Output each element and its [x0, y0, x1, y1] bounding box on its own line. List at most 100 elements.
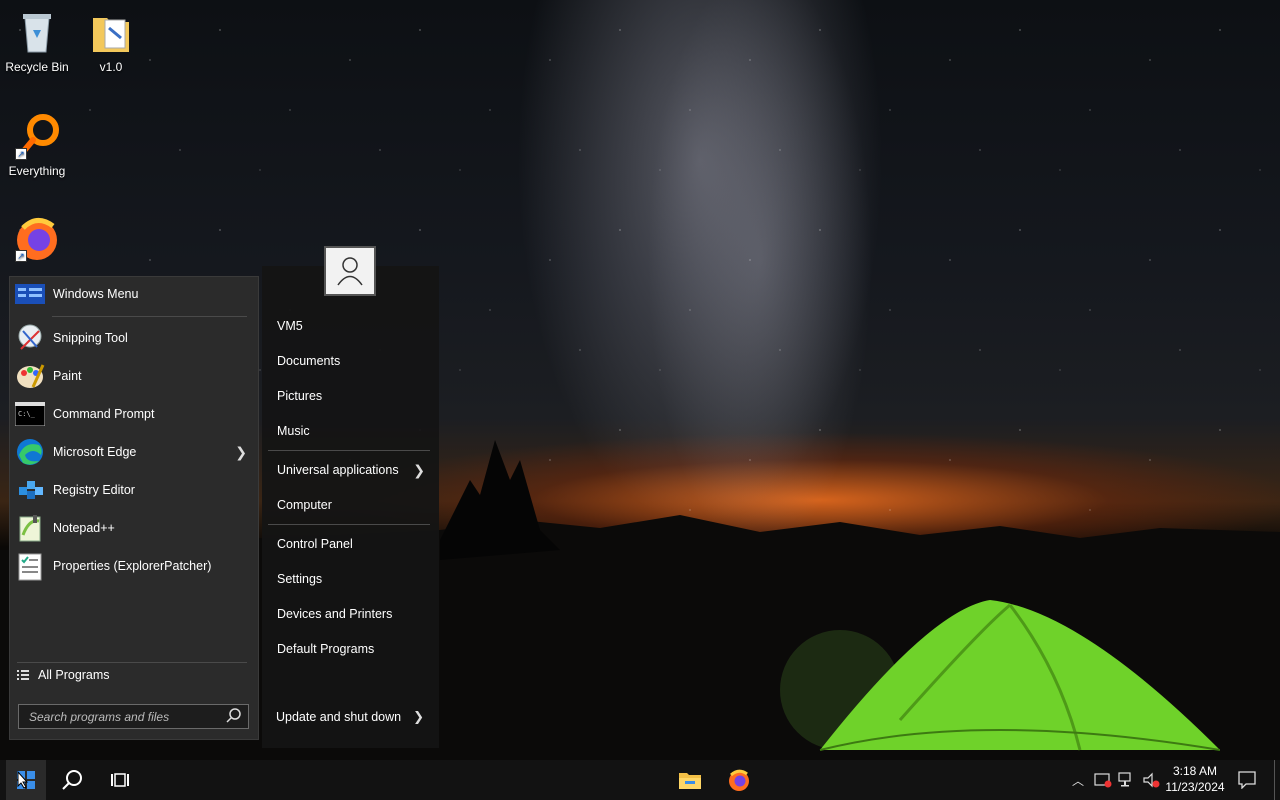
shortcut-arrow-icon: ↗ — [15, 148, 27, 160]
place-label: Computer — [277, 498, 332, 512]
show-desktop-button[interactable] — [1274, 760, 1280, 800]
divider — [17, 662, 247, 663]
place-label: Universal applications — [277, 463, 399, 477]
all-programs-label: All Programs — [38, 668, 110, 682]
place-settings[interactable]: Settings — [277, 566, 433, 592]
chevron-right-icon[interactable]: ❯ — [413, 709, 424, 725]
place-user-folder[interactable]: VM5 — [277, 313, 433, 339]
tent-illustration — [780, 600, 1220, 751]
task-view-icon — [111, 773, 129, 787]
tray-network[interactable] — [1116, 760, 1138, 800]
desktop-icon-label: Everything — [8, 164, 66, 178]
tray-volume[interactable] — [1140, 760, 1162, 800]
place-label: Pictures — [277, 389, 323, 403]
divider — [268, 450, 430, 451]
place-computer[interactable]: Computer — [277, 492, 433, 518]
place-documents[interactable]: Documents — [277, 348, 433, 374]
place-devices-and-printers[interactable]: Devices and Printers — [277, 601, 433, 627]
shortcut-arrow-icon: ↗ — [15, 250, 27, 262]
everything-search-icon: ↗ — [13, 112, 61, 160]
file-explorer-icon — [679, 773, 701, 789]
edge-icon — [15, 437, 45, 467]
start-item-label: Microsoft Edge — [53, 445, 137, 459]
taskbar-file-explorer[interactable] — [670, 760, 710, 800]
volume-muted-icon — [1143, 772, 1160, 788]
place-label: Control Panel — [277, 537, 353, 551]
start-item-label: Windows Menu — [53, 287, 139, 301]
security-icon — [1094, 773, 1112, 788]
firefox-icon — [729, 769, 749, 791]
properties-icon — [15, 551, 45, 581]
notepad-plus-plus-icon — [15, 513, 45, 543]
start-item-windows-menu[interactable]: Windows Menu — [15, 277, 255, 311]
notifications-icon — [1238, 771, 1256, 789]
tray-security[interactable] — [1092, 760, 1114, 800]
taskbar: ︿ 3:18 AM 11/23/2024 — [0, 760, 1280, 800]
start-item-microsoft-edge[interactable]: Microsoft Edge ❯ — [15, 435, 255, 469]
command-prompt-icon: C:\_ — [15, 399, 45, 429]
shutdown-label: Update and shut down — [276, 710, 402, 724]
search-placeholder: Search programs and files — [29, 709, 170, 724]
windows-menu-icon — [15, 279, 45, 309]
place-label: Default Programs — [277, 642, 375, 656]
recycle-bin-icon — [13, 8, 61, 56]
place-pictures[interactable]: Pictures — [277, 383, 433, 409]
chevron-right-icon[interactable]: ❯ — [235, 444, 247, 461]
place-label: Devices and Printers — [277, 607, 393, 621]
start-item-label: Command Prompt — [53, 407, 155, 421]
taskbar-clock[interactable]: 3:18 AM 11/23/2024 — [1160, 763, 1230, 795]
network-icon — [1118, 772, 1131, 787]
place-label: Settings — [277, 572, 323, 586]
shutdown-button[interactable]: Update and shut down ❯ — [276, 704, 426, 730]
start-item-label: Properties (ExplorerPatcher) — [53, 559, 212, 573]
search-button[interactable] — [52, 760, 92, 800]
search-icon — [62, 770, 82, 790]
start-search-input[interactable]: Search programs and files — [18, 704, 249, 729]
place-label: Documents — [277, 354, 341, 368]
task-view-button[interactable] — [100, 760, 140, 800]
divider — [268, 524, 430, 525]
all-programs-button[interactable]: All Programs — [17, 668, 110, 682]
place-label: VM5 — [277, 319, 303, 333]
chevron-up-icon: ︿ — [1071, 773, 1084, 788]
user-avatar[interactable] — [324, 246, 376, 296]
start-item-snipping-tool[interactable]: Snipping Tool — [15, 321, 255, 355]
chevron-right-icon: ❯ — [413, 461, 425, 478]
show-hidden-icons-button[interactable]: ︿ — [1068, 760, 1088, 800]
start-item-command-prompt[interactable]: C:\_ Command Prompt — [15, 397, 255, 431]
start-item-label: Notepad++ — [53, 521, 115, 535]
divider — [52, 316, 247, 317]
place-default-programs[interactable]: Default Programs — [277, 636, 433, 662]
clock-date: 11/23/2024 — [1165, 780, 1225, 794]
registry-editor-icon — [15, 475, 45, 505]
place-control-panel[interactable]: Control Panel — [277, 531, 433, 557]
place-universal-applications[interactable]: Universal applications ❯ — [277, 457, 433, 483]
list-icon — [17, 669, 29, 681]
svg-text:C:\_: C:\_ — [18, 410, 36, 418]
place-label: Music — [277, 424, 310, 438]
start-item-paint[interactable]: Paint — [15, 359, 255, 393]
start-item-properties-explorerpatcher[interactable]: Properties (ExplorerPatcher) — [15, 549, 255, 583]
place-music[interactable]: Music — [277, 418, 433, 444]
paint-icon — [15, 361, 45, 391]
desktop-icon-v1-folder[interactable]: v1.0 — [74, 8, 148, 74]
start-item-registry-editor[interactable]: Registry Editor — [15, 473, 255, 507]
start-item-label: Snipping Tool — [53, 331, 128, 345]
desktop-icon-label: v1.0 — [99, 60, 123, 74]
start-item-notepad-plus-plus[interactable]: Notepad++ — [15, 511, 255, 545]
desktop-icon-firefox[interactable]: ↗ — [0, 214, 74, 266]
search-icon[interactable] — [226, 707, 242, 726]
desktop-icon-recycle-bin[interactable]: Recycle Bin — [0, 8, 74, 74]
mouse-cursor-icon — [17, 771, 29, 789]
taskbar-firefox[interactable] — [719, 760, 759, 800]
firefox-icon: ↗ — [13, 214, 61, 262]
desktop-icon-everything[interactable]: ↗ Everything — [0, 112, 74, 178]
clock-time: 3:18 AM — [1172, 764, 1218, 778]
user-icon — [337, 257, 363, 286]
desktop-icon-label: Recycle Bin — [5, 60, 69, 74]
action-center-button[interactable] — [1236, 760, 1258, 800]
start-item-label: Registry Editor — [53, 483, 135, 497]
start-item-label: Paint — [53, 369, 82, 383]
folder-icon — [87, 8, 135, 56]
snipping-tool-icon — [15, 323, 45, 353]
